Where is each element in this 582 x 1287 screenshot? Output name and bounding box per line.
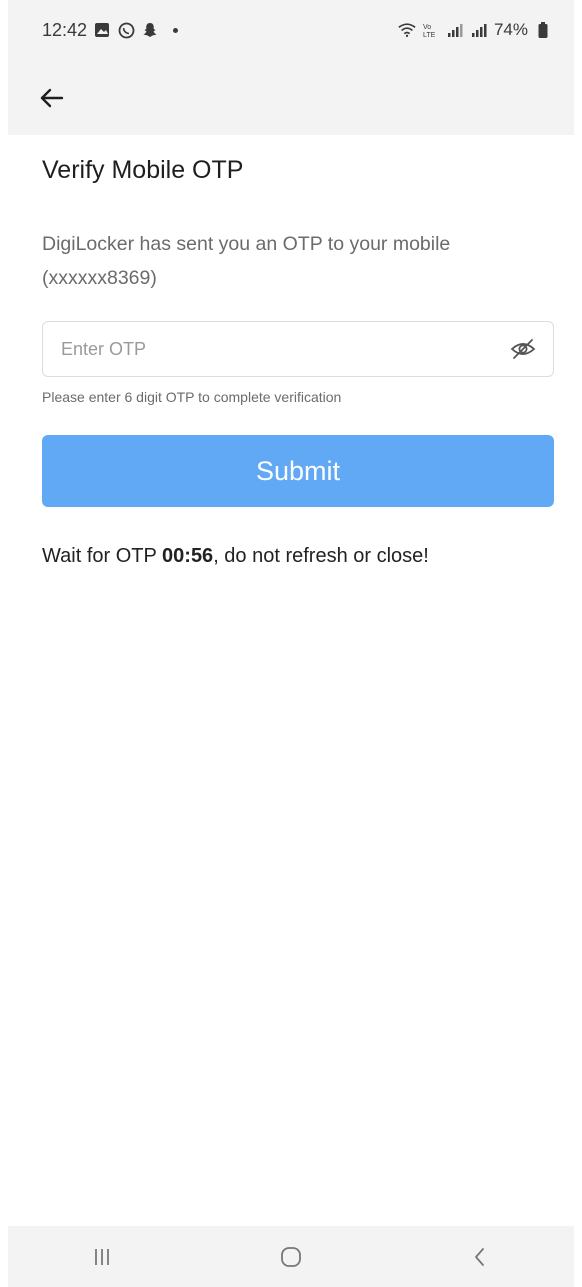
otp-sent-description: DigiLocker has sent you an OTP to your m… [42,233,451,289]
system-nav-bar [8,1226,574,1287]
otp-field[interactable] [42,321,554,377]
back-button[interactable] [36,82,68,114]
wait-prefix: Wait for OTP [42,545,163,567]
back-arrow-icon [40,88,64,107]
svg-text:Vo: Vo [423,24,431,31]
home-button[interactable] [261,1232,321,1282]
whatsapp-icon [117,21,135,39]
gallery-icon [93,21,111,39]
notification-dot-icon [173,27,179,33]
status-right: Vo LTE 74% [398,20,552,40]
battery-percent: 74% [493,20,528,39]
password-visibility-toggle[interactable] [507,333,539,365]
wifi-icon [398,21,416,39]
back-icon [474,1247,484,1266]
wait-suffix: , do not refresh or close! [213,545,429,567]
home-icon [281,1246,301,1267]
app-bar [8,60,574,135]
svg-text:LTE: LTE [423,32,436,38]
top-area: 12:42 Vo LTE 74% [8,0,574,135]
otp-countdown-timer: 00:56 [162,545,214,567]
main-content: Verify Mobile OTP DigiLocker has sent yo… [42,150,556,568]
nav-back-button[interactable] [450,1232,510,1282]
status-bar: 12:42 Vo LTE 74% [8,0,574,60]
otp-wait-message: Wait for OTP 00:56, do not refresh or cl… [42,545,556,568]
volte-icon: Vo LTE [422,21,440,39]
status-time: 12:42 [42,19,88,40]
snapchat-icon [141,21,159,39]
eye-off-icon [510,339,536,359]
otp-helper-text: Please enter 6 digit OTP to complete ver… [42,389,342,405]
signal-icon [470,21,488,39]
screen: 12:42 Vo LTE 74% Verify Mobile OTP DigiL… [0,0,582,1287]
otp-input[interactable] [61,338,481,360]
page-title: Verify Mobile OTP [42,156,244,184]
status-left: 12:42 [42,19,179,41]
recent-apps-icon [95,1248,110,1265]
recent-apps-button[interactable] [72,1232,132,1282]
signal-icon [446,21,464,39]
battery-icon [534,21,552,39]
submit-button[interactable]: Submit [42,435,554,507]
